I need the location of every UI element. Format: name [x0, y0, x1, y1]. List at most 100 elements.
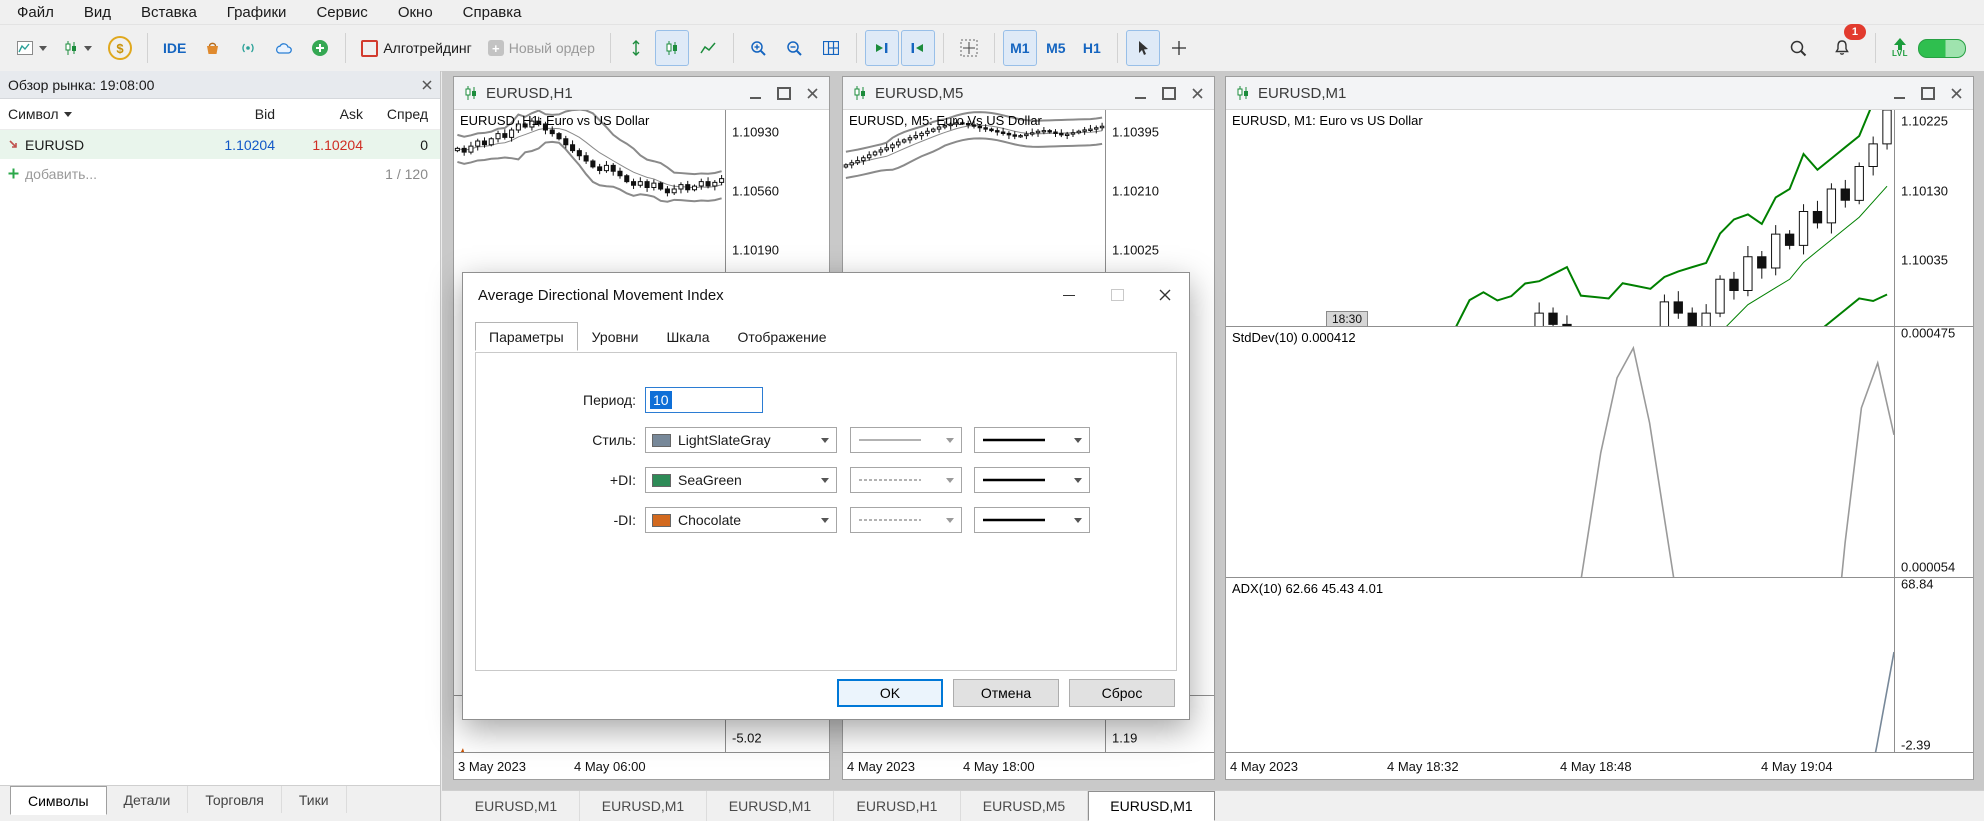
menu-insert[interactable]: Вставка — [126, 0, 212, 24]
minimize-icon[interactable] — [1135, 87, 1146, 99]
minus-di-line-select[interactable] — [850, 507, 962, 533]
notifications-button[interactable]: 1 — [1825, 24, 1866, 66]
window-titlebar[interactable]: EURUSD,M1 — [1226, 77, 1973, 110]
menu-file[interactable]: Файл — [2, 0, 69, 24]
dialog-titlebar[interactable]: Average Directional Movement Index — [463, 273, 1189, 317]
menu-view[interactable]: Вид — [69, 0, 126, 24]
period-input[interactable]: 10 — [645, 387, 763, 413]
minus-di-color-select[interactable]: Chocolate — [645, 507, 837, 533]
style-color-select[interactable]: LightSlateGray — [645, 427, 837, 453]
maximize-icon — [1110, 289, 1124, 301]
stddev-chart[interactable] — [1226, 327, 1895, 578]
plus-di-line-select[interactable] — [850, 467, 962, 493]
add-symbol-row[interactable]: добавить... 1 / 120 — [0, 159, 440, 188]
style-line-select[interactable] — [850, 427, 962, 453]
tab-symbols[interactable]: Символы — [10, 786, 107, 815]
tile-windows-button[interactable] — [814, 30, 848, 66]
window-titlebar[interactable]: EURUSD,M5 — [843, 77, 1214, 110]
reset-button[interactable]: Сброс — [1069, 679, 1175, 707]
minimize-icon[interactable] — [1894, 87, 1905, 99]
chart-tab-0[interactable]: EURUSD,M1 — [453, 791, 580, 821]
close-panel-button[interactable] — [422, 79, 432, 90]
time-scale[interactable]: 4 May 2023 4 May 18:32 4 May 18:48 4 May… — [1226, 752, 1973, 779]
plus-di-width-select[interactable] — [974, 467, 1090, 493]
chart-tab-1[interactable]: EURUSD,M1 — [580, 791, 707, 821]
chart-tab-2[interactable]: EURUSD,M1 — [707, 791, 834, 821]
tab-visualization[interactable]: Отображение — [723, 322, 840, 351]
data-window-button[interactable] — [952, 30, 986, 66]
line-width-sample — [983, 438, 1045, 442]
timeframe-m5-button[interactable]: M5 — [1039, 30, 1073, 66]
style-width-select[interactable] — [974, 427, 1090, 453]
chart-tab-5[interactable]: EURUSD,M1 — [1088, 791, 1215, 821]
symbol-row-eurusd[interactable]: EURUSD 1.10204 1.10204 0 — [0, 130, 440, 159]
menu-tools[interactable]: Сервис — [301, 0, 382, 24]
ok-button[interactable]: OK — [837, 679, 943, 707]
ide-button[interactable]: IDE — [156, 30, 193, 66]
tab-trading[interactable]: Торговля — [188, 786, 282, 813]
line-scale-button[interactable] — [691, 30, 725, 66]
column-symbol[interactable]: Символ — [0, 106, 180, 122]
column-ask[interactable]: Ask — [275, 106, 363, 122]
dialog-minimize-button[interactable] — [1045, 273, 1093, 317]
minimize-icon[interactable] — [750, 87, 761, 99]
window-titlebar[interactable]: EURUSD,H1 — [454, 77, 829, 110]
price-scale[interactable]: 1.10225 1.10130 1.10035 — [1895, 110, 1973, 327]
menu-window[interactable]: Окно — [383, 0, 448, 24]
crosshair-tool-button[interactable] — [1162, 30, 1196, 66]
maximize-icon[interactable] — [1921, 86, 1935, 100]
menu-charts[interactable]: Графики — [212, 0, 302, 24]
maximize-icon[interactable] — [1162, 86, 1176, 100]
timeframe-h1-button[interactable]: H1 — [1075, 30, 1109, 66]
chart-type-button[interactable] — [10, 30, 54, 66]
algo-trading-button[interactable]: Алготрейдинг — [354, 30, 478, 66]
tab-scale[interactable]: Шкала — [652, 322, 723, 351]
time-scale[interactable]: 4 May 2023 4 May 18:00 — [843, 752, 1214, 779]
plus-di-color-select[interactable]: SeaGreen — [645, 467, 837, 493]
indicator-scale[interactable]: 0.000475 0.000054 — [1895, 327, 1973, 578]
chart-shift-button[interactable] — [900, 30, 935, 66]
indicator-scale[interactable]: 68.84 -2.39 — [1895, 578, 1973, 752]
zoom-in-button[interactable] — [742, 30, 776, 66]
chart-window-eurusd-m1: EURUSD,M1 1.10225 1.10130 1.10035 EURUSD… — [1225, 76, 1974, 780]
dialog-close-button[interactable] — [1141, 273, 1189, 317]
chart-tab-4[interactable]: EURUSD,M5 — [961, 791, 1088, 821]
close-icon[interactable] — [1951, 87, 1962, 99]
close-icon[interactable] — [807, 87, 818, 99]
vps-button[interactable] — [267, 30, 301, 66]
cancel-button[interactable]: Отмена — [953, 679, 1059, 707]
tab-parameters[interactable]: Параметры — [475, 322, 578, 351]
zoom-out-button[interactable] — [778, 30, 812, 66]
signals-button[interactable] — [231, 30, 265, 66]
chart-tab-3[interactable]: EURUSD,H1 — [834, 791, 961, 821]
bar-scale-button[interactable] — [619, 30, 653, 66]
search-button[interactable] — [1781, 30, 1815, 66]
levels-button[interactable]: LVL — [1892, 38, 1908, 58]
column-spread[interactable]: Спред — [363, 106, 440, 122]
currency-button[interactable]: $ — [101, 30, 139, 66]
tab-ticks[interactable]: Тики — [282, 786, 347, 813]
candle-scale-button[interactable] — [654, 30, 689, 66]
tab-details[interactable]: Детали — [107, 786, 189, 813]
indicator-label: StdDev(10) 0.000412 — [1232, 330, 1356, 346]
maximize-icon[interactable] — [777, 86, 791, 100]
minus-di-width-select[interactable] — [974, 507, 1090, 533]
close-icon[interactable] — [1192, 87, 1203, 99]
toolbar-separator — [993, 33, 995, 63]
price-chart[interactable] — [1226, 110, 1895, 327]
menu-help[interactable]: Справка — [448, 0, 537, 24]
chevron-down-icon — [84, 45, 92, 51]
market-button[interactable] — [195, 30, 229, 66]
chart-description: EURUSD, H1: Euro vs US Dollar — [460, 113, 650, 128]
toolbar-separator — [345, 33, 347, 63]
adx-chart[interactable] — [1226, 578, 1895, 753]
column-bid[interactable]: Bid — [180, 106, 275, 122]
add-service-button[interactable] — [303, 30, 337, 66]
time-scale[interactable]: 3 May 2023 4 May 06:00 — [454, 752, 829, 779]
tab-levels[interactable]: Уровни — [578, 322, 653, 351]
candle-type-button[interactable] — [56, 30, 99, 66]
timeframe-m1-button[interactable]: M1 — [1002, 30, 1037, 66]
line-width-sample — [983, 478, 1045, 482]
cursor-tool-button[interactable] — [1125, 30, 1160, 66]
auto-scroll-button[interactable] — [864, 30, 899, 66]
